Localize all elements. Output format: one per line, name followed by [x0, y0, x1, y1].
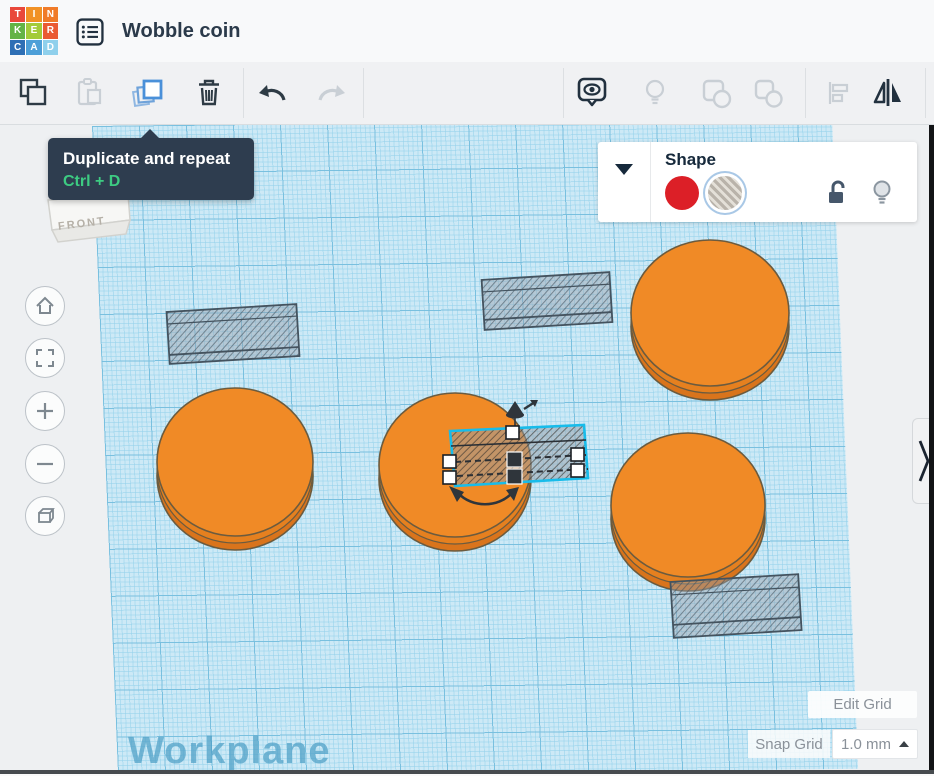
logo-letter: D: [42, 39, 58, 55]
delete-icon: [199, 79, 219, 106]
tinkercad-logo[interactable]: T I N K E R C A D: [10, 7, 58, 55]
logo-letter: I: [26, 7, 42, 23]
ungroup-button[interactable]: [745, 70, 791, 116]
home-icon: [36, 296, 54, 314]
toggle-visibility-button[interactable]: [632, 70, 678, 116]
logo-letter: C: [10, 39, 26, 55]
tinkercad-window: T I N K E R C A D Wobble coin Workplane …: [0, 0, 934, 776]
show-all-button[interactable]: [569, 70, 615, 116]
logo-letter: E: [26, 23, 42, 39]
coin[interactable]: [156, 387, 314, 551]
logo-letter: N: [42, 7, 58, 23]
undo-button[interactable]: [250, 70, 296, 116]
delete-button[interactable]: [186, 70, 232, 116]
mirror-button[interactable]: [865, 70, 911, 116]
hole-swatch[interactable]: [708, 176, 742, 210]
copy-button[interactable]: [10, 70, 56, 116]
logo-letter: A: [26, 39, 42, 55]
zoom-out-button[interactable]: [25, 444, 65, 484]
snap-grid-value: 1.0 mm: [840, 735, 891, 753]
hole-box[interactable]: [165, 303, 301, 365]
home-view-button[interactable]: [25, 286, 65, 326]
lock-open-icon[interactable]: [825, 179, 851, 207]
shape-inspector: Shape: [598, 142, 917, 222]
plus-icon: [37, 403, 53, 419]
ungroup-icon: [754, 79, 783, 108]
paste-icon: [77, 78, 102, 106]
group-icon: [702, 79, 732, 109]
snap-grid-label: Snap Grid: [748, 730, 830, 758]
duplicate-button[interactable]: [126, 70, 172, 116]
redo-icon: [318, 85, 345, 101]
inspector-title: Shape: [665, 150, 717, 169]
collapsed-panel-edge: [929, 124, 934, 776]
lightbulb-icon: [645, 79, 665, 105]
undo-icon: [259, 85, 286, 101]
logo-letter: K: [10, 23, 26, 39]
perspective-icon: [38, 508, 55, 523]
design-title: Wobble coin: [122, 19, 241, 42]
tooltip-shortcut: Ctrl + D: [63, 173, 121, 190]
toolbar-separator: [805, 68, 806, 118]
show-all-eye-icon: [577, 77, 607, 107]
paste-button[interactable]: [66, 70, 112, 116]
toolbar-separator: [563, 68, 564, 118]
minus-icon: [37, 462, 53, 466]
hole-box[interactable]: [480, 271, 614, 331]
coin[interactable]: [630, 239, 790, 401]
fit-view-button[interactable]: [25, 338, 65, 378]
caret-up-icon: [899, 741, 909, 747]
toolbar: [0, 62, 934, 125]
fit-view-icon: [36, 349, 54, 367]
solid-color-swatch[interactable]: [665, 176, 699, 210]
zoom-in-button[interactable]: [25, 391, 65, 431]
toolbar-separator: [925, 68, 926, 118]
edit-grid-button[interactable]: Edit Grid: [808, 691, 917, 718]
toolbar-separator: [243, 68, 244, 118]
hole-box[interactable]: [669, 573, 803, 639]
mirror-icon: [873, 79, 901, 106]
inspector-collapse-button[interactable]: [598, 142, 651, 222]
chevron-down-icon: [615, 164, 633, 175]
tooltip-duplicate: Duplicate and repeat Ctrl + D: [48, 129, 254, 200]
align-icon: [828, 82, 849, 104]
redo-button[interactable]: [308, 70, 354, 116]
copy-icon: [19, 78, 47, 106]
logo-letter: T: [10, 7, 26, 23]
header: T I N K E R C A D Wobble coin: [0, 0, 934, 63]
align-button[interactable]: [815, 70, 861, 116]
toolbar-separator: [363, 68, 364, 118]
perspective-toggle-button[interactable]: [25, 496, 65, 536]
viewport[interactable]: Workplane FRONT Duplicate and repeat Ctr…: [0, 124, 934, 776]
tooltip-title: Duplicate and repeat: [63, 149, 231, 168]
coin[interactable]: [610, 432, 766, 592]
duplicate-icon: [131, 79, 163, 108]
lightbulb-icon[interactable]: [869, 178, 895, 208]
snap-grid-select[interactable]: 1.0 mm: [832, 729, 918, 759]
design-menu-icon[interactable]: [74, 16, 106, 48]
logo-letter: R: [42, 23, 58, 39]
group-button[interactable]: [693, 70, 739, 116]
